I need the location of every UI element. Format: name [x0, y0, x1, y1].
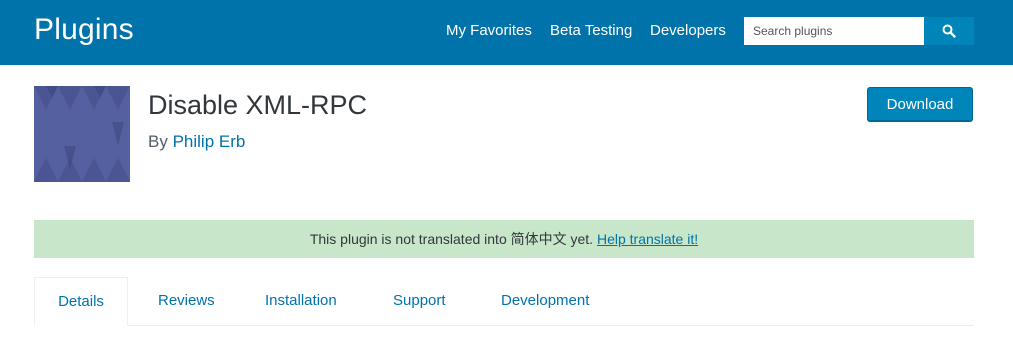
help-translate-link[interactable]: Help translate it! — [597, 231, 698, 247]
tab-development[interactable]: Development — [501, 277, 589, 325]
tab-reviews[interactable]: Reviews — [158, 277, 215, 325]
plugin-title: Disable XML-RPC — [148, 90, 368, 120]
tab-support[interactable]: Support — [393, 277, 446, 325]
search-form — [744, 17, 974, 45]
nav-my-favorites[interactable]: My Favorites — [446, 22, 532, 39]
tab-details[interactable]: Details — [34, 277, 128, 326]
plugin-byline: By Philip Erb — [148, 132, 245, 152]
search-button[interactable] — [924, 17, 974, 45]
tab-installation[interactable]: Installation — [265, 277, 337, 325]
search-icon — [942, 24, 956, 38]
author-link[interactable]: Philip Erb — [173, 132, 246, 151]
download-button[interactable]: Download — [867, 87, 973, 121]
nav-beta-testing[interactable]: Beta Testing — [550, 22, 632, 39]
plugin-banner — [34, 86, 130, 182]
by-label: By — [148, 132, 168, 151]
notice-text: This plugin is not translated into 简体中文 … — [309, 231, 594, 247]
nav-developers[interactable]: Developers — [650, 22, 726, 39]
translation-notice: This plugin is not translated into 简体中文 … — [34, 220, 974, 258]
plugin-tabs: Details Reviews Installation Support Dev… — [34, 277, 974, 326]
site-header: Plugins My Favorites Beta Testing Develo… — [0, 0, 1013, 65]
search-input[interactable] — [744, 17, 924, 45]
site-title[interactable]: Plugins — [34, 13, 134, 47]
